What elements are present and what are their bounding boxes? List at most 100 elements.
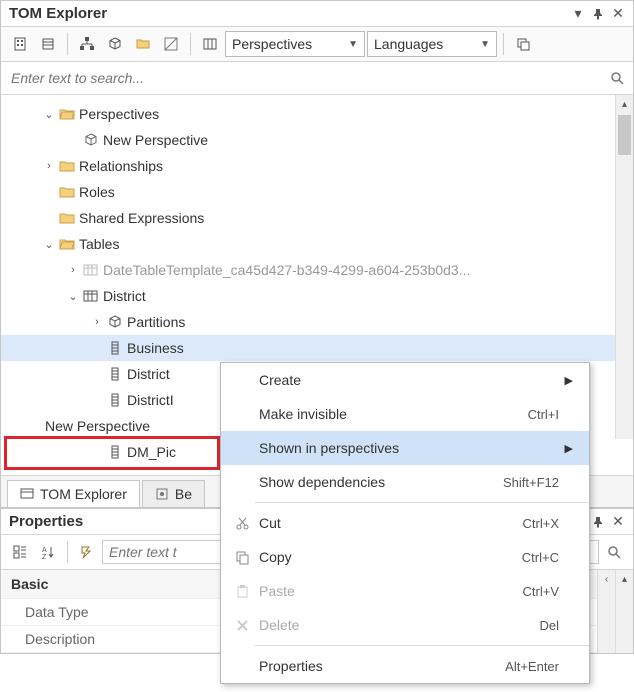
tree-scrollbar[interactable]: ▴ — [615, 95, 633, 439]
chevron-down-icon: ▼ — [480, 39, 490, 50]
tree-node-new-perspective[interactable]: New Perspective — [1, 127, 633, 153]
toolbar-measure-icon[interactable] — [158, 31, 184, 57]
folder-open-icon — [57, 237, 77, 251]
perspective-marker-label: New Perspective — [43, 418, 150, 434]
submenu-arrow-icon: ▶ — [559, 374, 573, 387]
svg-text:A: A — [42, 547, 47, 554]
cut-icon — [229, 516, 255, 531]
tree-label: Shared Expressions — [77, 210, 204, 226]
toolbar-cube-icon[interactable] — [102, 31, 128, 57]
menu-item-cut[interactable]: Cut Ctrl+X — [221, 506, 589, 540]
tree-label: District — [125, 366, 170, 382]
tab-icon — [155, 487, 169, 501]
submenu-arrow-icon: ▶ — [559, 442, 573, 455]
tab-be[interactable]: Be — [142, 480, 205, 507]
svg-text:Z: Z — [42, 554, 47, 560]
expander-icon[interactable]: ⌄ — [41, 108, 57, 121]
menu-item-delete: Delete Del — [221, 608, 589, 642]
menu-item-show-dependencies[interactable]: Show dependencies Shift+F12 — [221, 465, 589, 499]
menu-item-make-invisible[interactable]: Make invisible Ctrl+I — [221, 397, 589, 431]
scroll-up-icon[interactable]: ▴ — [616, 570, 633, 588]
tree-label: New Perspective — [101, 132, 208, 148]
expander-icon[interactable]: ⌄ — [65, 290, 81, 303]
tab-icon — [20, 487, 34, 501]
panel-pin-icon[interactable] — [591, 515, 605, 529]
tree-node-relationships[interactable]: › Relationships — [1, 153, 633, 179]
tree-node-roles[interactable]: Roles — [1, 179, 633, 205]
properties-title: Properties — [9, 513, 83, 530]
menu-separator — [255, 645, 589, 646]
tab-tom-explorer[interactable]: TOM Explorer — [7, 480, 140, 507]
tab-label: TOM Explorer — [40, 486, 127, 502]
perspectives-dropdown[interactable]: Perspectives ▼ — [225, 31, 365, 57]
menu-separator — [255, 502, 589, 503]
expander-icon[interactable]: › — [41, 160, 57, 172]
expander-icon[interactable]: ⌄ — [41, 238, 57, 251]
panel-title: TOM Explorer — [9, 5, 107, 22]
toolbar-columns-icon[interactable] — [197, 31, 223, 57]
partitions-icon — [105, 314, 125, 330]
tree-label: Perspectives — [77, 106, 159, 122]
tree-node-district[interactable]: ⌄ District — [1, 283, 633, 309]
menu-item-properties[interactable]: Properties Alt+Enter — [221, 649, 589, 683]
toolbar-hierarchy-icon[interactable] — [74, 31, 100, 57]
panel-dropdown-icon[interactable]: ▾ — [571, 7, 585, 21]
delete-icon — [229, 618, 255, 633]
properties-nav-strip[interactable]: ‹ — [597, 570, 615, 653]
chevron-down-icon: ▼ — [348, 39, 358, 50]
column-icon — [105, 341, 125, 355]
menu-item-shown-in-perspectives[interactable]: Shown in perspectives ▶ — [221, 431, 589, 465]
prop-alphabetical-icon[interactable]: AZ — [35, 539, 61, 565]
toolbar-separator — [67, 33, 68, 55]
folder-open-icon — [57, 107, 77, 121]
tree-label: Roles — [77, 184, 115, 200]
tree-label: DM_Pic — [125, 444, 176, 460]
tree-node-partitions[interactable]: › Partitions — [1, 309, 633, 335]
toolbar-separator — [67, 541, 68, 563]
toolbar-separator — [190, 33, 191, 55]
tree-node-shared-expressions[interactable]: Shared Expressions — [1, 205, 633, 231]
tree-label: DistrictI — [125, 392, 174, 408]
prop-categorized-icon[interactable] — [7, 539, 33, 565]
perspective-icon — [81, 132, 101, 148]
tree-label: District — [101, 288, 146, 304]
panel-close-icon[interactable]: ✕ — [611, 515, 625, 529]
properties-scrollbar[interactable]: ▴ — [615, 570, 633, 653]
table-hidden-icon — [81, 263, 101, 277]
tree-node-business-column[interactable]: Business — [1, 335, 633, 361]
tree-label: Business — [125, 340, 184, 356]
tree-node-tables[interactable]: ⌄ Tables — [1, 231, 633, 257]
toolbar-btn-2[interactable] — [35, 31, 61, 57]
expander-icon[interactable]: › — [89, 316, 105, 328]
tree-node-perspectives[interactable]: ⌄ Perspectives — [1, 101, 633, 127]
copy-icon — [229, 550, 255, 565]
scroll-up-icon[interactable]: ▴ — [616, 95, 633, 113]
menu-item-copy[interactable]: Copy Ctrl+C — [221, 540, 589, 574]
toolbar: Perspectives ▼ Languages ▼ — [1, 27, 633, 62]
column-icon — [105, 393, 125, 407]
search-icon[interactable] — [609, 70, 625, 86]
search-bar — [1, 62, 633, 95]
properties-search-icon[interactable] — [601, 539, 627, 565]
tree-label: Tables — [77, 236, 119, 252]
chevron-left-icon[interactable]: ‹ — [598, 570, 615, 588]
toolbar-btn-1[interactable] — [7, 31, 33, 57]
languages-dropdown[interactable]: Languages ▼ — [367, 31, 497, 57]
panel-pin-icon[interactable] — [591, 7, 605, 21]
context-menu: Create ▶ Make invisible Ctrl+I Shown in … — [220, 362, 590, 684]
panel-header: TOM Explorer ▾ ✕ — [1, 1, 633, 27]
toolbar-folder-icon[interactable] — [130, 31, 156, 57]
folder-icon — [57, 185, 77, 199]
expander-icon[interactable]: › — [65, 264, 81, 276]
prop-events-icon[interactable] — [74, 539, 100, 565]
toolbar-last-icon[interactable] — [510, 31, 536, 57]
toolbar-separator — [503, 33, 504, 55]
panel-close-icon[interactable]: ✕ — [611, 7, 625, 21]
tree-label: Partitions — [125, 314, 185, 330]
scroll-thumb[interactable] — [618, 115, 631, 155]
folder-icon — [57, 211, 77, 225]
search-input[interactable] — [9, 66, 609, 90]
tree-node-datetemplate[interactable]: › DateTableTemplate_ca45d427-b349-4299-a… — [1, 257, 633, 283]
menu-item-create[interactable]: Create ▶ — [221, 363, 589, 397]
folder-icon — [57, 159, 77, 173]
